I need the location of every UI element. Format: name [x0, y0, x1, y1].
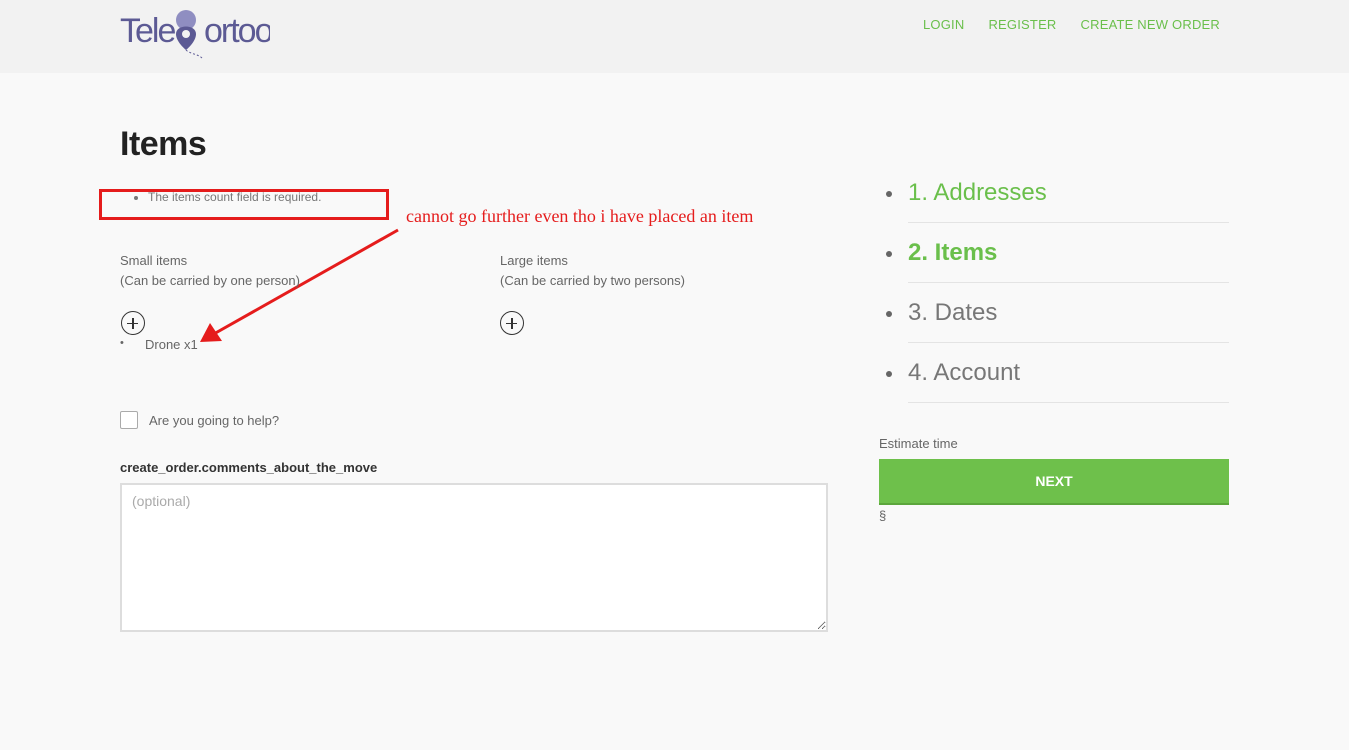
help-checkbox[interactable]: [120, 411, 138, 429]
nav-register-link[interactable]: REGISTER: [988, 17, 1056, 32]
help-checkbox-label: Are you going to help?: [149, 412, 280, 428]
nav-login-link[interactable]: LOGIN: [923, 17, 964, 32]
step-addresses[interactable]: 1. Addresses: [880, 163, 1229, 223]
next-button[interactable]: NEXT: [879, 459, 1229, 505]
large-items-label: Large items: [500, 253, 568, 268]
small-items-list: Drone x1: [120, 337, 198, 352]
step-items[interactable]: 2. Items: [880, 223, 1229, 283]
logo[interactable]: Tele ortoo: [120, 8, 275, 66]
large-items-hint: (Can be carried by two persons): [500, 273, 685, 288]
map-pin-icon: [176, 10, 203, 59]
step-dates[interactable]: 3. Dates: [880, 283, 1229, 343]
comments-label: create_order.comments_about_the_move: [120, 460, 378, 475]
help-checkbox-row[interactable]: Are you going to help?: [120, 411, 279, 429]
estimate-time-label: Estimate time: [879, 436, 958, 451]
add-small-item-button[interactable]: [121, 311, 145, 335]
small-items-label: Small items: [120, 253, 188, 268]
annotation-highlight-box: [99, 189, 389, 220]
logo-text-part-2: ortoo: [204, 12, 270, 50]
add-large-item-button[interactable]: [500, 311, 524, 335]
small-items-section: Small items (Can be carried by one perso…: [120, 251, 300, 291]
small-items-hint: (Can be carried by one person): [120, 273, 300, 288]
comments-textarea[interactable]: [120, 483, 828, 632]
logo-text-part-1: Tele: [120, 12, 175, 50]
teleportoo-logo: Tele ortoo: [120, 10, 275, 59]
list-item[interactable]: Drone x1: [120, 337, 198, 352]
step-account[interactable]: 4. Account: [880, 343, 1229, 403]
annotation-text: cannot go further even tho i have placed…: [406, 206, 754, 226]
main-nav: LOGIN REGISTER CREATE NEW ORDER: [923, 17, 1220, 32]
section-mark: §: [879, 508, 887, 523]
top-navbar: Tele ortoo LOGIN REGISTER CREATE NEW ORD…: [0, 0, 1349, 73]
large-items-section: Large items (Can be carried by two perso…: [500, 251, 685, 291]
page-title: Items: [120, 125, 207, 163]
steps-sidebar: 1. Addresses 2. Items 3. Dates 4. Accoun…: [880, 163, 1229, 403]
nav-create-order-link[interactable]: CREATE NEW ORDER: [1081, 17, 1220, 32]
